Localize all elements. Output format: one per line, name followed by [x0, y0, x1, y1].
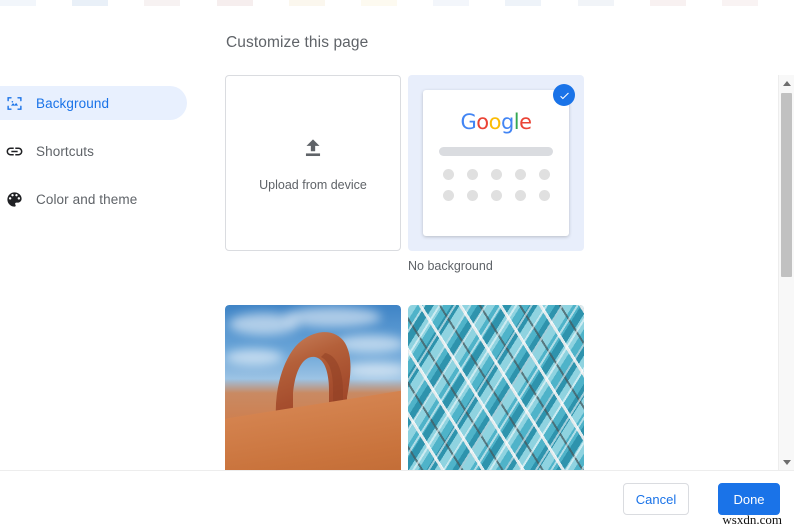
search-bar-placeholder — [439, 147, 553, 156]
cancel-button[interactable]: Cancel — [623, 483, 689, 515]
sidebar-item-label: Shortcuts — [36, 143, 94, 159]
shortcut-dot — [490, 190, 502, 201]
sidebar-item-label: Background — [36, 95, 110, 111]
content-pane: Customize this page Upload from device G… — [210, 6, 794, 470]
scroll-down-arrow-icon[interactable] — [779, 454, 794, 470]
tile-cell-no-background: Google No background — [408, 75, 591, 273]
sidebar-item-background[interactable]: Background — [0, 86, 187, 120]
google-logo-letter: g — [500, 110, 514, 134]
glass-facade-thumbnail — [408, 305, 584, 470]
background-tiles-scroll-area[interactable]: Upload from device Google No background — [210, 75, 772, 470]
upload-arrow-icon — [300, 135, 326, 166]
shortcut-dot — [538, 190, 550, 201]
google-logo-letter: e — [519, 110, 532, 134]
tile-cell-upload: Upload from device — [225, 75, 408, 273]
facade-tile[interactable] — [408, 305, 584, 470]
scrollbar-thumb[interactable] — [781, 93, 792, 277]
scroll-up-arrow-icon[interactable] — [779, 75, 794, 91]
shortcut-dot — [514, 169, 526, 180]
sidebar-item-shortcuts[interactable]: Shortcuts — [0, 134, 187, 168]
upload-from-device-tile[interactable]: Upload from device — [225, 75, 401, 251]
watermark: wsxdn.com — [722, 512, 782, 527]
google-logo-letter: G — [460, 110, 477, 134]
selected-check-icon — [553, 84, 575, 106]
shortcut-dot — [466, 190, 478, 201]
vertical-scrollbar[interactable] — [778, 75, 794, 470]
shortcut-dot — [514, 190, 526, 201]
done-button[interactable]: Done — [718, 483, 780, 515]
upload-tile-label: Upload from device — [259, 177, 367, 192]
link-chain-icon — [2, 139, 26, 163]
chevron-up-glyph — [782, 80, 791, 86]
google-logo-letter: o — [488, 110, 502, 134]
shortcut-dot — [490, 169, 502, 180]
landscape-thumbnail — [225, 305, 401, 470]
no-background-tile[interactable]: Google — [408, 75, 584, 251]
google-logo-letter: o — [476, 110, 489, 134]
facade-highlights — [408, 305, 584, 470]
dialog-body: Background Shortcuts Color and theme Cus… — [0, 6, 794, 470]
tile-label: No background — [408, 259, 493, 273]
palette-icon — [2, 187, 26, 211]
google-logo: Google — [460, 110, 532, 134]
customize-page-dialog: Background Shortcuts Color and theme Cus… — [0, 0, 794, 529]
shortcut-dot — [466, 169, 478, 180]
shortcut-dot — [442, 190, 454, 201]
background-tiles-grid: Upload from device Google No background — [210, 75, 772, 470]
chevron-down-glyph — [782, 459, 791, 465]
new-tab-preview-card: Google — [423, 90, 569, 236]
shortcut-dots — [442, 169, 550, 201]
page-title: Customize this page — [226, 34, 369, 51]
tile-cell-facade — [408, 305, 591, 470]
sidebar-item-color-and-theme[interactable]: Color and theme — [0, 182, 187, 216]
shortcut-dot-row — [442, 169, 550, 180]
tile-cell-landscapes: Landscapes — [225, 305, 408, 470]
sidebar: Background Shortcuts Color and theme — [0, 6, 210, 470]
image-frame-icon — [2, 91, 26, 115]
dialog-footer: Cancel Done wsxdn.com — [0, 470, 794, 529]
shortcut-dot — [538, 169, 550, 180]
shortcut-dot — [442, 169, 454, 180]
sidebar-item-label: Color and theme — [36, 191, 138, 207]
shortcut-dot-row — [442, 190, 550, 201]
landscapes-tile[interactable] — [225, 305, 401, 470]
